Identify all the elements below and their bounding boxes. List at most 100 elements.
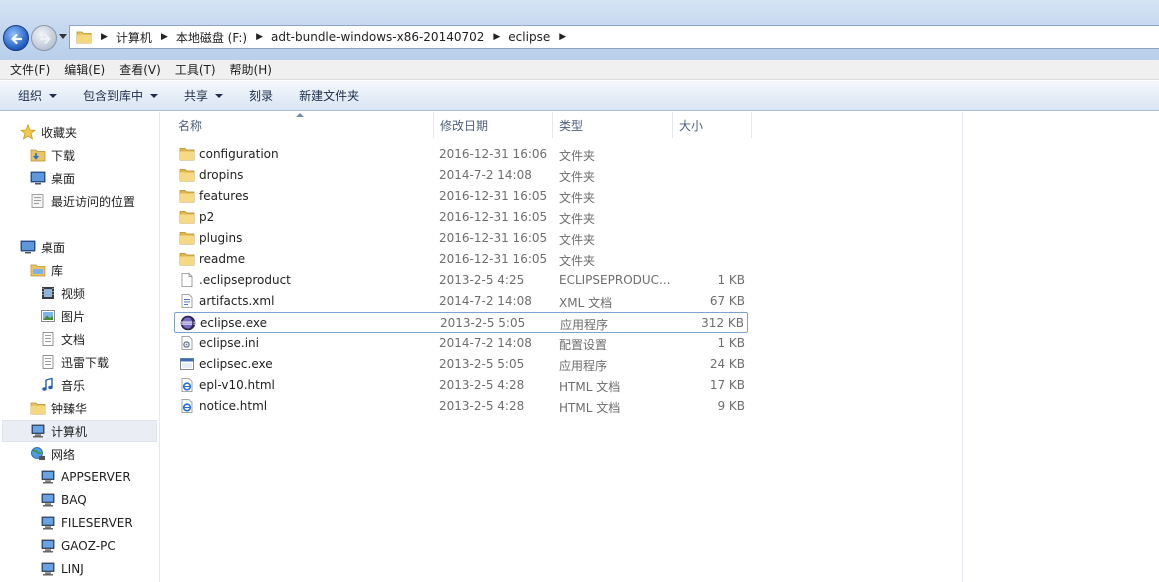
file-type: HTML 文档: [559, 401, 621, 415]
nav-network-label: 网络: [51, 447, 76, 462]
file-size: 1 KB: [717, 273, 745, 287]
include-in-library-button[interactable]: 包含到库中: [75, 84, 166, 108]
nav-host-linj[interactable]: LINJ: [40, 558, 84, 580]
computer-icon: [40, 538, 56, 554]
nav-music-label: 音乐: [61, 378, 86, 393]
file-row[interactable]: eclipse.ini 2014-7-2 14:08 配置设置 1 KB: [174, 333, 748, 354]
file-row[interactable]: artifacts.xml 2014-7-2 14:08 XML 文档 67 KB: [174, 291, 748, 312]
file-row[interactable]: notice.html 2013-2-5 4:28 HTML 文档 9 KB: [174, 396, 748, 417]
nav-host-gaoz-pc[interactable]: GAOZ-PC: [40, 535, 116, 557]
breadcrumb-drive-f[interactable]: 本地磁盘 (F:): [176, 29, 247, 46]
file-type: 文件夹: [559, 149, 596, 163]
nav-downloads-label: 下载: [51, 148, 76, 163]
nav-network[interactable]: 网络: [30, 443, 75, 465]
file-name: .eclipseproduct: [199, 273, 291, 287]
file-modified-date: 2016-12-31 16:05: [439, 252, 548, 266]
menu-edit[interactable]: 编辑(E): [58, 61, 111, 78]
nav-downloads[interactable]: 下载: [30, 144, 75, 166]
file-row[interactable]: epl-v10.html 2013-2-5 4:28 HTML 文档 17 KB: [174, 375, 748, 396]
column-size-label: 大小: [679, 118, 704, 133]
file-modified-date: 2016-12-31 16:05: [439, 210, 548, 224]
recent-pages-dropdown[interactable]: [59, 34, 67, 39]
chevron-down-icon: [150, 93, 159, 98]
file-type: 应用程序: [559, 359, 608, 373]
breadcrumb-separator[interactable]: ▶: [161, 32, 168, 42]
nav-libraries[interactable]: 库: [30, 259, 63, 281]
music-note-icon: [40, 377, 56, 393]
nav-videos-label: 视频: [61, 286, 86, 301]
column-header-type[interactable]: 类型: [553, 112, 673, 138]
share-button[interactable]: 共享: [176, 84, 231, 108]
nav-computer[interactable]: 计算机: [2, 420, 157, 442]
desktop-icon: [30, 170, 46, 186]
chevron-down-icon: [215, 93, 224, 98]
computer-icon: [40, 561, 56, 577]
user-folder-icon: [30, 400, 46, 416]
burn-button[interactable]: 刻录: [241, 84, 281, 108]
breadcrumb-separator[interactable]: ▶: [559, 32, 566, 42]
file-row[interactable]: plugins 2016-12-31 16:05 文件夹: [174, 228, 748, 249]
column-header-name[interactable]: 名称: [172, 112, 434, 138]
nav-thunder-downloads[interactable]: 迅雷下载: [40, 351, 109, 373]
nav-favorites[interactable]: 收藏夹: [19, 121, 77, 143]
nav-desktop-favorite-label: 桌面: [51, 171, 76, 186]
breadcrumb-separator[interactable]: ▶: [493, 32, 500, 42]
nav-desktop[interactable]: 桌面: [20, 236, 65, 258]
ini-file-icon: [179, 335, 195, 351]
file-row[interactable]: readme 2016-12-31 16:05 文件夹: [174, 249, 748, 270]
forward-button[interactable]: [31, 25, 57, 51]
file-name: artifacts.xml: [199, 294, 275, 308]
computer-icon: [40, 492, 56, 508]
file-modified-date: 2016-12-31 16:05: [439, 189, 548, 203]
breadcrumb-eclipse[interactable]: eclipse: [508, 30, 550, 44]
organize-button[interactable]: 组织: [10, 84, 65, 108]
nav-recent-places-label: 最近访问的位置: [51, 194, 136, 209]
file-size: 1 KB: [717, 336, 745, 350]
nav-host-appserver[interactable]: APPSERVER: [40, 466, 131, 488]
nav-documents[interactable]: 文档: [40, 328, 85, 350]
nav-desktop-favorite[interactable]: 桌面: [30, 167, 75, 189]
nav-libraries-label: 库: [51, 263, 64, 278]
file-list-pane: 名称 修改日期 类型 大小 configuration 2016-12-31 16…: [161, 112, 963, 582]
breadcrumb-computer[interactable]: 计算机: [116, 29, 152, 46]
file-size: 9 KB: [717, 399, 745, 413]
column-header-date[interactable]: 修改日期: [434, 112, 553, 138]
file-row[interactable]: features 2016-12-31 16:05 文件夹: [174, 186, 748, 207]
new-folder-button[interactable]: 新建文件夹: [291, 84, 367, 108]
file-modified-date: 2013-2-5 4:25: [439, 273, 525, 287]
file-row[interactable]: p2 2016-12-31 16:05 文件夹: [174, 207, 748, 228]
breadcrumb-separator[interactable]: ▶: [256, 32, 263, 42]
recent-places-icon: [30, 193, 46, 209]
breadcrumb-separator[interactable]: ▶: [101, 32, 108, 42]
eclipse-icon: [180, 315, 196, 331]
nav-music[interactable]: 音乐: [40, 374, 85, 396]
arrow-right-icon: [39, 33, 51, 45]
nav-recent-places[interactable]: 最近访问的位置: [30, 190, 135, 212]
arrow-left-icon: [11, 33, 23, 45]
nav-pictures[interactable]: 图片: [40, 305, 85, 327]
nav-user-folder[interactable]: 钟臻华: [30, 397, 87, 419]
file-row[interactable]: dropins 2014-7-2 14:08 文件夹: [174, 165, 748, 186]
menu-tools[interactable]: 工具(T): [169, 61, 222, 78]
menu-view[interactable]: 查看(V): [113, 61, 167, 78]
folder-icon: [76, 31, 92, 44]
back-button[interactable]: [3, 25, 29, 51]
nav-host-baq[interactable]: BAQ: [40, 489, 87, 511]
nav-host-fileserver[interactable]: FILESERVER: [40, 512, 133, 534]
folder-icon: [179, 167, 195, 183]
menu-help[interactable]: 帮助(H): [224, 61, 278, 78]
nav-videos[interactable]: 视频: [40, 282, 85, 304]
file-row[interactable]: .eclipseproduct 2013-2-5 4:25 ECLIPSEPRODU…: [174, 270, 748, 291]
document-icon: [40, 354, 56, 370]
breadcrumb-adt-bundle[interactable]: adt-bundle-windows-x86-20140702: [271, 30, 484, 44]
file-row-selected[interactable]: eclipse.exe 2013-2-5 5:05 应用程序 312 KB: [174, 312, 748, 333]
menu-file[interactable]: 文件(F): [4, 61, 56, 78]
file-row[interactable]: configuration 2016-12-31 16:06 文件夹: [174, 144, 748, 165]
file-row[interactable]: eclipsec.exe 2013-2-5 5:05 应用程序 24 KB: [174, 354, 748, 375]
address-input[interactable]: ▶ 计算机 ▶ 本地磁盘 (F:) ▶ adt-bundle-windows-x…: [69, 25, 1159, 49]
folder-icon: [179, 188, 195, 204]
document-icon: [40, 331, 56, 347]
column-header-size[interactable]: 大小: [673, 112, 752, 138]
file-type: 配置设置: [559, 338, 608, 352]
file-type: 文件夹: [559, 254, 596, 268]
